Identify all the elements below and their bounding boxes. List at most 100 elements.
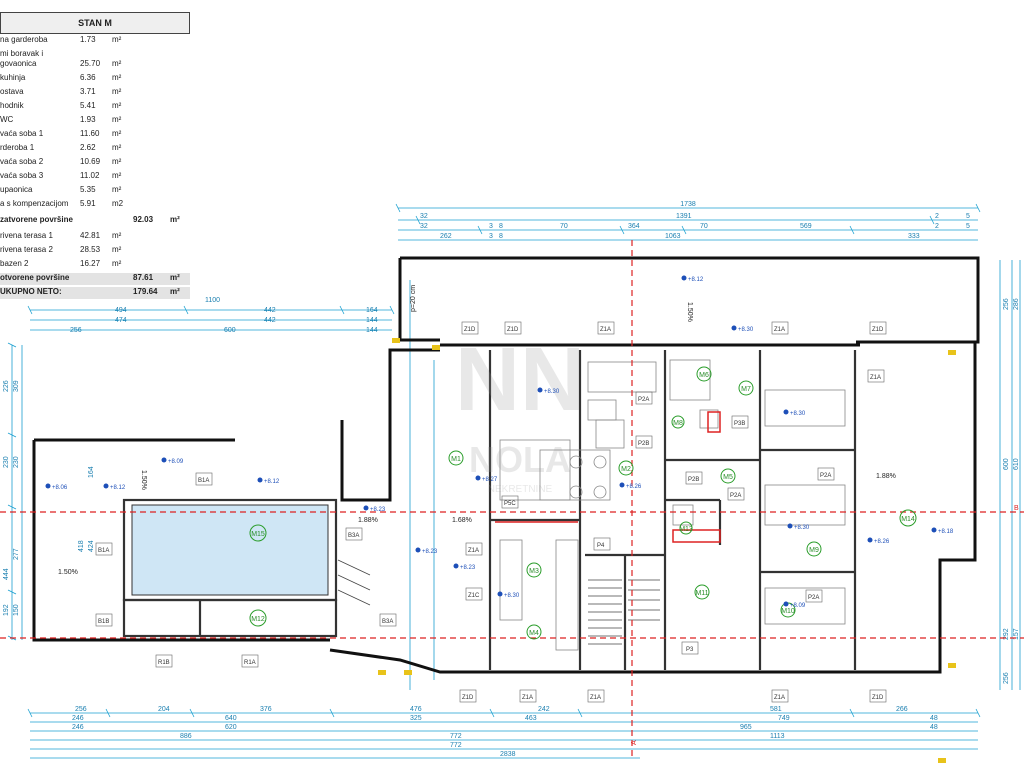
label-m11: M11 (695, 590, 708, 597)
lvl-4: +8.09 (168, 459, 184, 465)
tag-26: Z1D (462, 695, 474, 701)
tag-16: P4 (597, 543, 605, 549)
dim-bot-2e: 749 (778, 715, 790, 722)
tag-24: Z1A (870, 375, 881, 381)
label-m7: M7 (741, 386, 751, 393)
lvl-10: +8.27 (482, 477, 498, 483)
dim-left-3a: 256 (70, 327, 82, 334)
dim-bot-1d: 476 (410, 706, 422, 713)
slope-1: 1.50% (140, 470, 147, 490)
label-m10: M10 (781, 608, 795, 615)
dim-bot-4a: 886 (180, 733, 192, 740)
tag-13: Z1A (468, 548, 479, 554)
dim-v-l10: 150 (13, 604, 20, 616)
tag-14: Z1C (468, 593, 480, 599)
dim-top-2i: 5 (966, 223, 970, 230)
label-m14: M14 (901, 516, 915, 523)
dim-bot-1b: 204 (158, 706, 170, 713)
tag-12: R1A (244, 660, 256, 666)
tag-9: B3A (348, 533, 359, 539)
dim-left-2b: 442 (264, 317, 276, 324)
lvl-5: +8.23 (370, 507, 386, 513)
tag-30: Z1D (872, 695, 884, 701)
dim-top-1a: 32 (420, 213, 428, 220)
slope-5: 1.88% (876, 473, 896, 480)
lvl-8: +8.30 (504, 593, 520, 599)
dim-bot-1a: 256 (75, 706, 87, 713)
lvl-6: +8.23 (422, 549, 438, 555)
tag-18: P2B (638, 441, 649, 447)
dimension-lines (11, 207, 1021, 759)
dim-bot-1f: 581 (770, 706, 782, 713)
dim-bot-2c: 325 (410, 715, 422, 722)
dim-bot-3d: 48 (930, 724, 938, 731)
dim-v-l0: 226 (3, 380, 10, 392)
lvl-1: +8.06 (52, 485, 68, 491)
label-m15: M15 (251, 531, 265, 538)
dim-top-1d: 5 (966, 213, 970, 220)
slope-6: 1.50% (686, 302, 693, 322)
dim-top-2g: 569 (800, 223, 812, 230)
lvl-9: +8.30 (544, 389, 560, 395)
dim-bot-2f: 48 (930, 715, 938, 722)
dim-left-2a: 474 (115, 317, 127, 324)
label-m5: M5 (723, 474, 733, 481)
dim-bot-total: 2838 (500, 751, 516, 758)
tag-1: Z1D (464, 327, 476, 333)
dim-top-2a: 32 (420, 223, 428, 230)
dim-bot-2b: 640 (225, 715, 237, 722)
dim-bot-1e: 242 (538, 706, 550, 713)
dim-bot-4b: 772 (450, 733, 462, 740)
dim-bot-3b: 620 (225, 724, 237, 731)
slope-4: 1.68% (452, 517, 472, 524)
label-m2: M2 (621, 466, 631, 473)
dim-v-l9: 192 (3, 604, 10, 616)
lvl-17: +8.18 (938, 529, 954, 535)
label-m1: M1 (451, 456, 461, 463)
tag-19: P2B (688, 477, 699, 483)
dim-v-l7: 277 (13, 548, 20, 560)
tag-4: Z1A (774, 327, 785, 333)
lvl-16: +8.26 (874, 539, 890, 545)
label-m12: M12 (251, 616, 265, 623)
dim-v-l8: 444 (3, 568, 10, 580)
dim-top-2f: 70 (700, 223, 708, 230)
tag-25: P3 (686, 647, 694, 653)
dim-bot-2d: 463 (525, 715, 537, 722)
dim-top-1b: 1391 (676, 213, 692, 220)
label-m8: M8 (673, 420, 683, 427)
tag-22: P2A (820, 473, 831, 479)
slope-3: 1.88% (358, 517, 378, 524)
dim-bot-5a: 772 (450, 742, 462, 749)
dim-top-2h: 2 (935, 223, 939, 230)
label-m4: M4 (529, 630, 539, 637)
tag-8: B1B (98, 619, 109, 625)
dim-v-l3: 230 (13, 456, 20, 468)
dim-v-r2: 600 (1003, 458, 1010, 470)
axis-a: A (631, 740, 638, 745)
tag-5: Z1D (872, 327, 884, 333)
dim-left-1b: 442 (264, 307, 276, 314)
lvl-13: +8.30 (790, 411, 806, 417)
dim-top-2b: 3 (489, 223, 493, 230)
tag-21: P2A (730, 493, 741, 499)
dim-top-2c: 8 (499, 223, 503, 230)
dim-left-total: 1100 (205, 297, 220, 304)
dim-bot-3c: 965 (740, 724, 752, 731)
dim-top-1c: 2 (935, 213, 939, 220)
lvl-3: +8.12 (264, 479, 280, 485)
tag-29: Z1A (774, 695, 785, 701)
dim-left-1c: 164 (366, 307, 378, 314)
dim-v-r6: 256 (1003, 672, 1010, 684)
dim-v-r0: 256 (1003, 298, 1010, 310)
label-m9: M9 (809, 547, 819, 554)
dim-v-l1: 309 (13, 380, 20, 392)
tag-10: B3A (382, 619, 393, 625)
tag-2: Z1D (507, 327, 519, 333)
floor-plan-drawing: 1738 32 1391 2 5 32 3 8 70 364 70 569 2 … (0, 201, 1024, 763)
tag-11: R1B (158, 660, 170, 666)
slope-2: 1.50% (58, 569, 78, 576)
dim-bot-2a: 246 (72, 715, 84, 722)
dim-top-total: 1738 (680, 201, 696, 208)
lvl-2: +8.12 (110, 485, 126, 491)
